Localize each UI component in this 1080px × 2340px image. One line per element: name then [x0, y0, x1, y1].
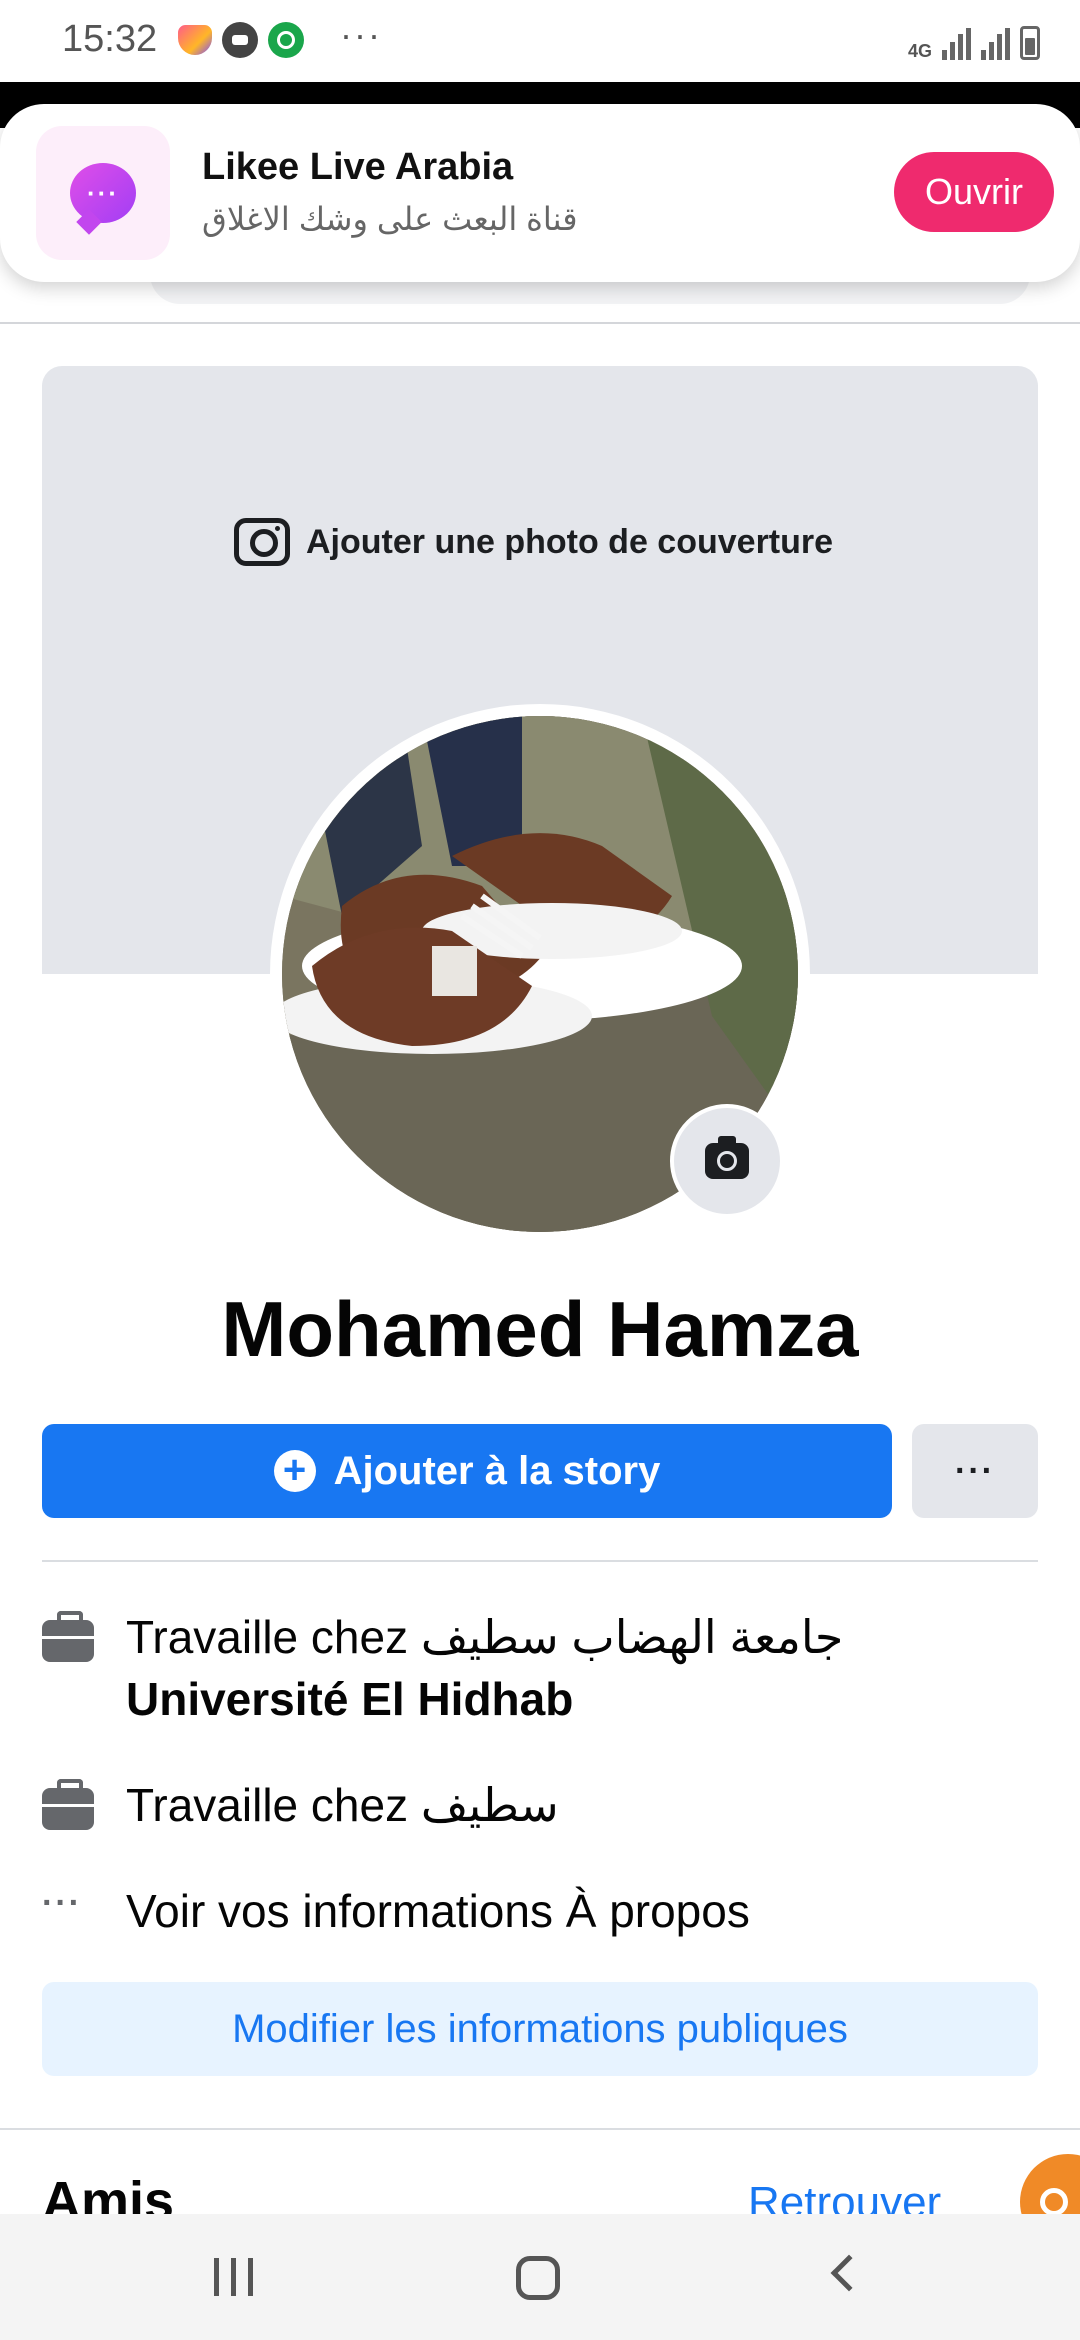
location-icon	[268, 22, 304, 58]
work-info-prefix: Travaille chez جامعة الهضاب سطيف	[126, 1611, 844, 1663]
more-options-button[interactable]: ···	[912, 1424, 1038, 1518]
battery-icon	[1020, 26, 1040, 60]
divider	[0, 322, 1080, 324]
work-info-row-2[interactable]: Travaille chez سطيف	[42, 1774, 1038, 1836]
home-button[interactable]	[516, 2256, 560, 2300]
work-info-row[interactable]: Travaille chez جامعة الهضاب سطيف Univers…	[42, 1606, 1038, 1730]
notification-message: قناة البعث على وشك الاغلاق	[202, 201, 578, 237]
camera-icon	[705, 1136, 749, 1179]
add-to-story-button[interactable]: + Ajouter à la story	[42, 1424, 892, 1518]
edit-public-details-button[interactable]: Modifier les informations publiques	[42, 1982, 1038, 2076]
system-navigation-bar	[0, 2214, 1080, 2340]
profile-name: Mohamed Hamza	[221, 1285, 859, 1373]
status-time: 15:32	[62, 18, 158, 60]
signal-icon-2	[981, 28, 1010, 60]
back-button[interactable]	[830, 2254, 868, 2292]
about-info-row[interactable]: ··· Voir vos informations À propos	[42, 1880, 1038, 1942]
network-type: 4G	[907, 41, 932, 61]
change-profile-picture-button[interactable]	[670, 1104, 784, 1218]
add-cover-photo-button[interactable]: Ajouter une photo de couverture	[234, 518, 833, 566]
chat-bubble-icon	[222, 22, 258, 58]
open-button[interactable]: Ouvrir	[894, 152, 1054, 232]
message-bubble-icon: ···	[70, 163, 136, 223]
briefcase-icon	[42, 1611, 94, 1662]
briefcase-icon	[42, 1779, 94, 1830]
likee-app-icon: ···	[36, 126, 170, 260]
divider	[42, 1560, 1038, 1562]
add-cover-label: Ajouter une photo de couverture	[306, 522, 834, 561]
notification-icons	[178, 22, 304, 58]
workplace-name[interactable]: Université El Hidhab	[126, 1668, 843, 1730]
status-bar: 15:32 ··· 4G	[0, 0, 1080, 82]
plus-circle-icon: +	[273, 1450, 316, 1492]
heart-app-icon	[178, 25, 212, 55]
divider	[0, 2128, 1080, 2130]
more-notifications-icon: ···	[340, 14, 382, 55]
camera-icon	[234, 518, 290, 566]
add-to-story-label: Ajouter à la story	[333, 1448, 661, 1493]
more-dots-icon: ···	[42, 1884, 82, 1922]
work-info-text-2: Travaille chez سطيف	[126, 1779, 559, 1831]
notification-title: Likee Live Arabia	[202, 146, 514, 188]
signal-icon	[942, 28, 971, 60]
work-info-text: Travaille chez جامعة الهضاب سطيف Univers…	[126, 1606, 843, 1730]
system-indicators: 4G	[908, 20, 1040, 60]
about-info-text: Voir vos informations À propos	[126, 1885, 750, 1937]
recent-apps-button[interactable]	[214, 2258, 253, 2296]
